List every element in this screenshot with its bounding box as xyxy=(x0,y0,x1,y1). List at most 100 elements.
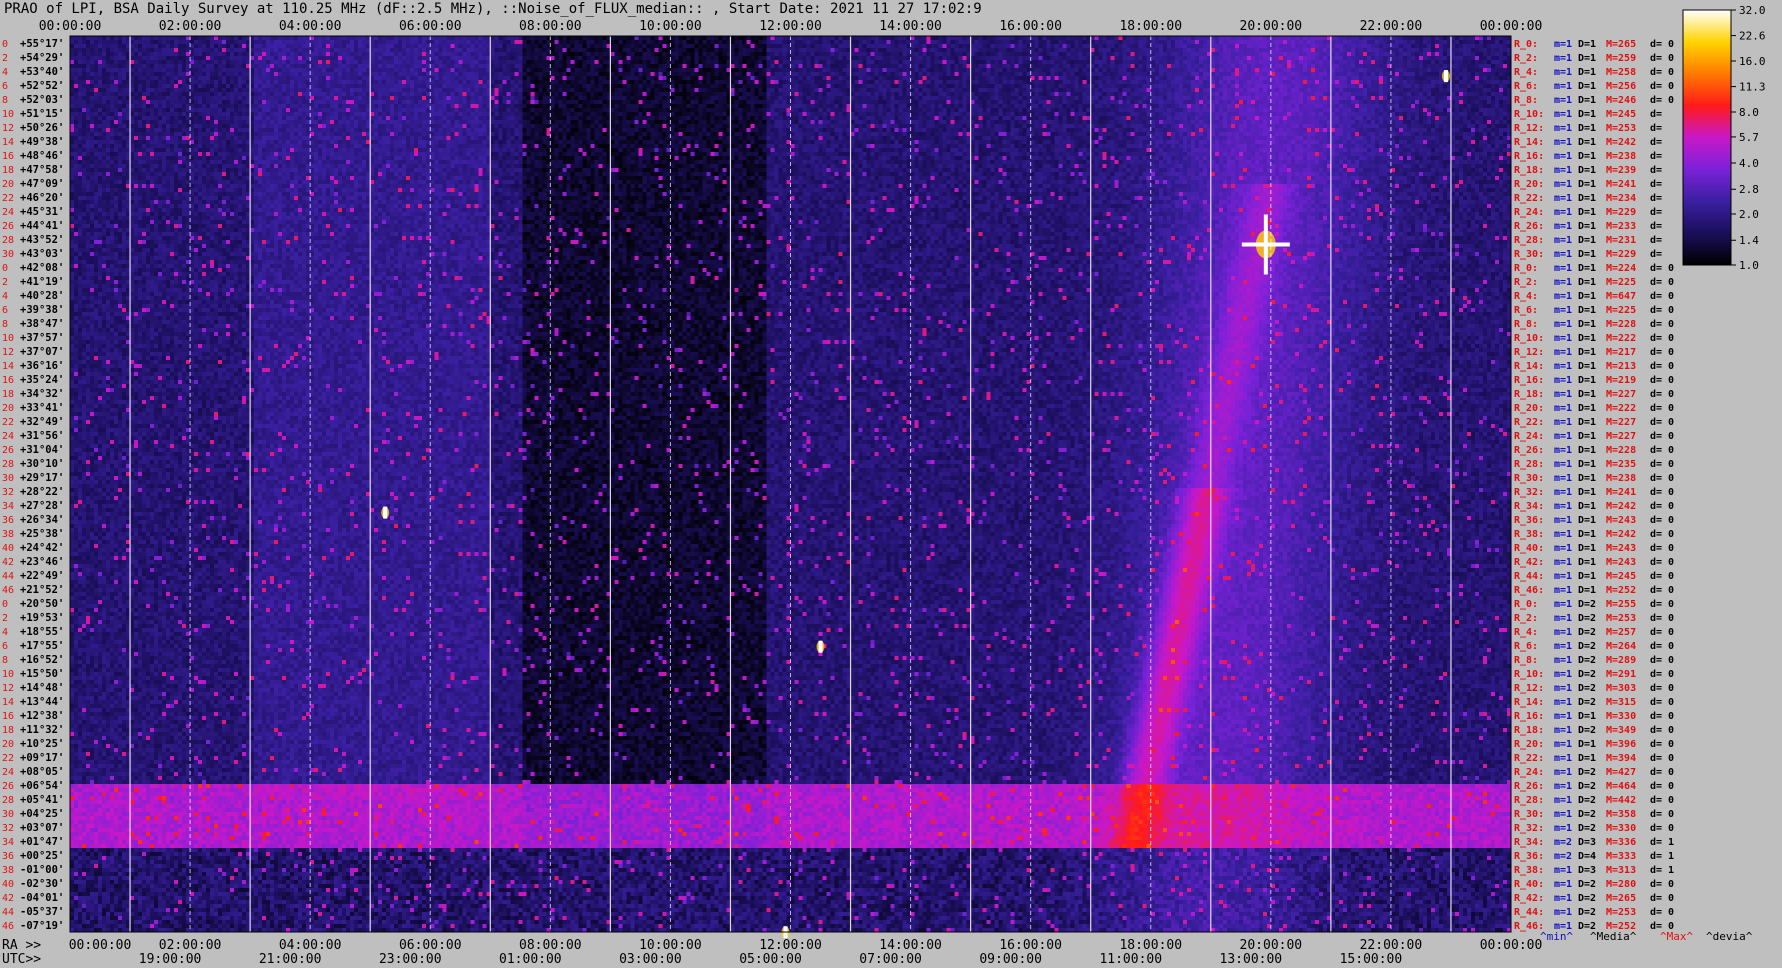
table-r-label: R_20: xyxy=(1514,739,1544,750)
x-bottom-ra-tick-label: 04:00:00 xyxy=(279,938,342,953)
table-r-label: R_20: xyxy=(1514,179,1544,190)
y-tick-label: -01°00' xyxy=(20,864,64,876)
table-d-value: D=1 xyxy=(1578,445,1596,456)
y-tick-label: +01°47' xyxy=(20,836,64,848)
right-table-row: R_32: m=1 D=2 M=330 d= 0 xyxy=(1514,823,1674,834)
row-index-label: 16 xyxy=(2,375,14,386)
table-d-value: D=1 xyxy=(1578,207,1596,218)
table-max-value: M=241 xyxy=(1606,179,1636,190)
x-bottom-utc-tick-label: 01:00:00 xyxy=(499,952,562,967)
row-index-label: 16 xyxy=(2,151,14,162)
y-tick-label: +08°05' xyxy=(20,766,64,778)
table-max-value: M=217 xyxy=(1606,347,1636,358)
footer-legend-item: ^Max^ xyxy=(1660,930,1693,943)
y-tick-label: -07°19' xyxy=(20,920,64,932)
footer-legend-item: ^Media^ xyxy=(1590,930,1637,943)
row-index-label: 4 xyxy=(2,291,8,302)
row-index-label: 24 xyxy=(2,431,14,442)
row-index-label: 28 xyxy=(2,459,14,470)
right-table-row: R_22: m=1 D=1 M=234 d= xyxy=(1514,193,1662,204)
right-table-row: R_14: m=1 D=1 M=213 d= 0 xyxy=(1514,361,1674,372)
right-table-row: R_36: m=2 D=4 M=333 d= 1 xyxy=(1514,851,1674,862)
x-top-tick-label: 10:00:00 xyxy=(639,19,702,34)
y-tick-label: +31°56' xyxy=(20,430,64,442)
colorbar-tick-label: 11.3 xyxy=(1739,81,1766,94)
right-table-row: R_34: m=1 D=1 M=242 d= 0 xyxy=(1514,501,1674,512)
table-m-value: m=1 xyxy=(1554,39,1572,50)
table-max-value: M=241 xyxy=(1606,487,1636,498)
table-r-label: R_26: xyxy=(1514,221,1544,232)
table-m-value: m=1 xyxy=(1554,235,1572,246)
table-m-value: m=1 xyxy=(1554,641,1572,652)
table-max-value: M=222 xyxy=(1606,333,1636,344)
table-m-value: m=1 xyxy=(1554,417,1572,428)
table-max-value: M=233 xyxy=(1606,221,1636,232)
right-table-row: R_32: m=1 D=1 M=241 d= 0 xyxy=(1514,487,1674,498)
table-d-value: D=4 xyxy=(1578,851,1596,862)
right-table-row: R_28: m=1 D=1 M=235 d= 0 xyxy=(1514,459,1674,470)
table-max-value: M=228 xyxy=(1606,445,1636,456)
right-table-row: R_20: m=1 D=1 M=396 d= 0 xyxy=(1514,739,1674,750)
y-tick-label: +28°22' xyxy=(20,486,64,498)
table-d-value: D=2 xyxy=(1578,697,1596,708)
table-max-value: M=243 xyxy=(1606,543,1636,554)
y-tick-label: +03°07' xyxy=(20,822,64,834)
row-index-label: 14 xyxy=(2,361,14,372)
table-m-value: m=1 xyxy=(1554,655,1572,666)
y-tick-label: +10°25' xyxy=(20,738,64,750)
y-tick-label: +18°55' xyxy=(20,626,64,638)
table-d-value: D=1 xyxy=(1578,487,1596,498)
row-index-label: 8 xyxy=(2,319,8,330)
row-index-label: 20 xyxy=(2,739,14,750)
table-dev-value: d= xyxy=(1650,123,1662,134)
table-m-value: m=1 xyxy=(1554,725,1572,736)
table-dev-value: d= 0 xyxy=(1650,487,1674,498)
table-dev-value: d= 0 xyxy=(1650,753,1674,764)
y-tick-label: +45°31' xyxy=(20,206,64,218)
table-dev-value: d= 0 xyxy=(1650,725,1674,736)
y-tick-label: +11°32' xyxy=(20,724,64,736)
table-m-value: m=1 xyxy=(1554,501,1572,512)
row-index-label: 46 xyxy=(2,585,14,596)
row-index-label: 24 xyxy=(2,207,14,218)
table-dev-value: d= xyxy=(1650,179,1662,190)
table-max-value: M=291 xyxy=(1606,669,1636,680)
y-tick-label: +27°28' xyxy=(20,500,64,512)
row-index-label: 30 xyxy=(2,473,14,484)
row-index-label: 40 xyxy=(2,879,14,890)
table-max-value: M=253 xyxy=(1606,613,1636,624)
x-bottom-utc-tick-label: 13:00:00 xyxy=(1220,952,1283,967)
table-d-value: D=1 xyxy=(1578,543,1596,554)
table-r-label: R_32: xyxy=(1514,823,1544,834)
table-r-label: R_30: xyxy=(1514,473,1544,484)
table-d-value: D=1 xyxy=(1578,81,1596,92)
right-table-row: R_12: m=1 D=1 M=253 d= xyxy=(1514,123,1662,134)
table-r-label: R_18: xyxy=(1514,165,1544,176)
table-max-value: M=333 xyxy=(1606,851,1636,862)
y-tick-label: +12°38' xyxy=(20,710,64,722)
table-m-value: m=1 xyxy=(1554,865,1572,876)
row-index-label: 22 xyxy=(2,753,14,764)
heatmap-chart: 00:00:00 02:00:00 04:00:00 06:00:00 08:00:00… xyxy=(2,4,1766,967)
x-top-tick-label: 12:00:00 xyxy=(759,19,822,34)
y-tick-label: +30°10' xyxy=(20,458,64,470)
table-max-value: M=242 xyxy=(1606,501,1636,512)
row-index-label: 12 xyxy=(2,123,14,134)
table-dev-value: d= xyxy=(1650,137,1662,148)
row-index-label: 18 xyxy=(2,165,14,176)
table-dev-value: d= 0 xyxy=(1650,879,1674,890)
table-max-value: M=264 xyxy=(1606,641,1636,652)
colorbar-tick-label: 32.0 xyxy=(1739,4,1766,17)
table-max-value: M=225 xyxy=(1606,305,1636,316)
table-d-value: D=1 xyxy=(1578,151,1596,162)
y-tick-label: +35°24' xyxy=(20,374,64,386)
table-dev-value: d= 0 xyxy=(1650,277,1674,288)
table-dev-value: d= 0 xyxy=(1650,627,1674,638)
table-dev-value: d= xyxy=(1650,165,1662,176)
table-dev-value: d= 0 xyxy=(1650,95,1674,106)
table-m-value: m=1 xyxy=(1554,809,1572,820)
table-r-label: R_26: xyxy=(1514,781,1544,792)
right-table-row: R_2: m=1 D=1 M=225 d= 0 xyxy=(1514,277,1674,288)
table-d-value: D=1 xyxy=(1578,291,1596,302)
table-dev-value: d= 0 xyxy=(1650,767,1674,778)
